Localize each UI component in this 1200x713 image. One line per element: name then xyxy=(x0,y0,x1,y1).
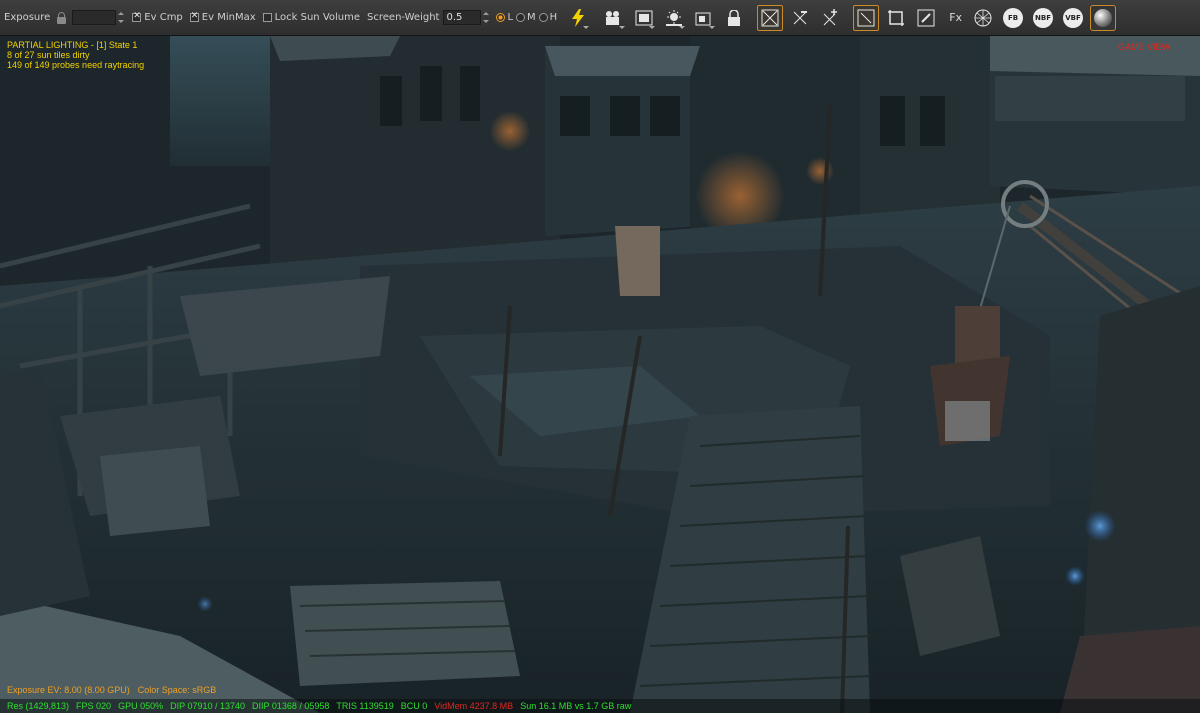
stat-res: Res (1429,813) xyxy=(7,701,70,711)
sun-tiles-line: 8 of 27 sun tiles dirty xyxy=(7,50,90,60)
screen-weight-spinner[interactable] xyxy=(482,10,490,25)
lock-icon[interactable] xyxy=(57,11,67,24)
minus-icon xyxy=(793,10,808,24)
minus-button[interactable] xyxy=(787,5,813,31)
exposure-label: Exposure xyxy=(4,12,51,23)
plus-icon xyxy=(823,8,838,25)
radio-icon[interactable] xyxy=(516,13,526,22)
plus-button[interactable] xyxy=(817,5,843,31)
radio-m[interactable]: M xyxy=(516,12,536,23)
radio-h[interactable]: H xyxy=(538,12,558,23)
material-sphere-icon xyxy=(1094,8,1113,27)
frame-icon xyxy=(695,12,711,25)
render-icon xyxy=(635,10,653,25)
frame-3d-button[interactable] xyxy=(691,5,717,31)
fb-button[interactable]: FB xyxy=(1000,5,1026,31)
game-viewport[interactable]: PARTIAL LIGHTING - [1] State 1 8 of 27 s… xyxy=(0,36,1200,713)
render-3d-button[interactable] xyxy=(631,5,657,31)
lighting-state-line: PARTIAL LIGHTING - [1] State 1 xyxy=(7,40,138,50)
stat-diip: DIIP 01368 / 05958 xyxy=(252,701,330,711)
lightning-icon xyxy=(572,8,585,27)
camera-icon xyxy=(606,10,620,25)
lock-sun-volume-label: Lock Sun Volume xyxy=(274,12,361,23)
crosshair-icon xyxy=(761,9,779,26)
crop-icon xyxy=(888,9,905,26)
radio-icon[interactable] xyxy=(496,13,506,22)
radio-m-label: M xyxy=(527,12,536,23)
screen-weight-input[interactable]: 0.5 xyxy=(443,10,482,25)
padlock-icon xyxy=(728,9,741,26)
stat-gpu: GPU 050% xyxy=(118,701,164,711)
checkbox-icon[interactable] xyxy=(132,11,142,22)
radio-h-label: H xyxy=(549,12,558,23)
lightning-button[interactable] xyxy=(565,5,591,31)
ev-cmp-label: Ev Cmp xyxy=(144,12,183,23)
color-space-text: Color Space: sRGB xyxy=(137,685,217,695)
crop-button[interactable] xyxy=(883,5,909,31)
radio-l[interactable]: L xyxy=(496,12,513,23)
vbf-button[interactable]: VBF xyxy=(1060,5,1086,31)
transform-3d-button[interactable] xyxy=(757,4,784,31)
radio-icon[interactable] xyxy=(538,13,548,22)
stat-vidmem: VidMem 4237.8 MB xyxy=(434,701,514,711)
radio-l-label: L xyxy=(507,12,514,23)
sun-icon xyxy=(666,9,683,26)
wireframe-sphere-icon xyxy=(974,9,992,26)
exposure-ev-text: Exposure EV: 8.00 (8.00 GPU) xyxy=(7,685,130,695)
probes-line: 149 of 149 probes need raytracing xyxy=(7,60,145,70)
lock-3d-button[interactable] xyxy=(721,5,747,31)
ev-cmp-checkbox[interactable]: Ev Cmp xyxy=(132,11,183,23)
view-icon xyxy=(857,9,875,26)
exposure-input[interactable] xyxy=(72,10,117,25)
checkbox-icon[interactable] xyxy=(189,11,199,22)
screen-weight-label: Screen-Weight xyxy=(367,12,440,23)
exposure-status-overlay: Exposure EV: 8.00 (8.00 GPU) Color Space:… xyxy=(7,685,216,695)
editor-toolbar: Exposure Ev Cmp Ev MinMax Lock Sun Volum… xyxy=(0,0,1200,36)
nbf-label: NBF xyxy=(1033,7,1054,28)
lighting-status-overlay: PARTIAL LIGHTING - [1] State 1 8 of 27 s… xyxy=(7,40,144,70)
wireframe-button[interactable] xyxy=(970,5,996,31)
ev-minmax-label: Ev MinMax xyxy=(201,12,256,23)
nbf-button[interactable]: NBF xyxy=(1030,5,1056,31)
stat-dip: DIP 07910 / 13740 xyxy=(170,701,246,711)
stat-bcu: BCU 0 xyxy=(400,701,428,711)
stat-sun: Sun 16.1 MB vs 1.7 GB raw xyxy=(520,701,632,711)
camera-3d-button[interactable] xyxy=(601,5,627,31)
fb-label: FB xyxy=(1003,7,1024,28)
ev-minmax-checkbox[interactable]: Ev MinMax xyxy=(189,11,256,23)
scene-render xyxy=(0,36,1200,713)
stat-fps: FPS 020 xyxy=(76,701,112,711)
fx-dropdown[interactable]: Fx xyxy=(949,11,962,24)
edit-button[interactable] xyxy=(913,5,939,31)
sun-button[interactable] xyxy=(661,5,687,31)
perf-stats-bar: Res (1429,813) FPS 020 GPU 050% DIP 0791… xyxy=(0,699,1200,713)
view-3d-button[interactable] xyxy=(853,4,880,31)
exposure-spinner[interactable] xyxy=(117,10,125,25)
pencil-icon xyxy=(917,9,935,26)
vbf-label: VBF xyxy=(1063,7,1084,28)
lock-sun-volume-checkbox[interactable]: Lock Sun Volume xyxy=(262,12,361,23)
material-ball-button[interactable] xyxy=(1090,4,1117,31)
checkbox-icon[interactable] xyxy=(262,13,272,22)
game-view-label: GAME VIEW xyxy=(1117,42,1170,52)
stat-tris: TRIS 1139519 xyxy=(336,701,394,711)
